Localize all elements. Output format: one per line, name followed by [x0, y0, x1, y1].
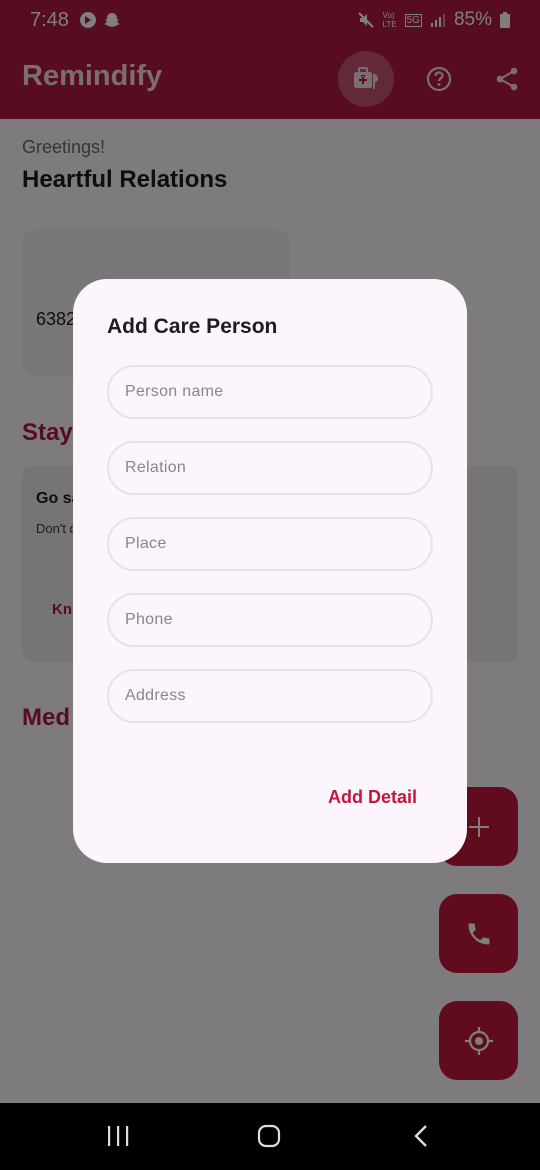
relation-field[interactable]	[107, 441, 433, 495]
relation-input[interactable]	[109, 443, 431, 493]
place-field[interactable]	[107, 517, 433, 571]
phone-input[interactable]	[109, 595, 431, 645]
address-input[interactable]	[109, 671, 431, 721]
person-name-field[interactable]	[107, 365, 433, 419]
address-field[interactable]	[107, 669, 433, 723]
person-name-input[interactable]	[109, 367, 431, 417]
system-nav-bar	[0, 1103, 540, 1170]
add-detail-button[interactable]: Add Detail	[328, 787, 417, 808]
place-input[interactable]	[109, 519, 431, 569]
add-care-person-dialog: Add Care Person Add Detail	[73, 279, 467, 863]
home-nav-icon[interactable]	[256, 1123, 282, 1149]
phone-field[interactable]	[107, 593, 433, 647]
back-nav-icon[interactable]	[410, 1123, 432, 1149]
recent-apps-icon[interactable]	[106, 1123, 130, 1149]
dialog-title: Add Care Person	[107, 315, 278, 338]
